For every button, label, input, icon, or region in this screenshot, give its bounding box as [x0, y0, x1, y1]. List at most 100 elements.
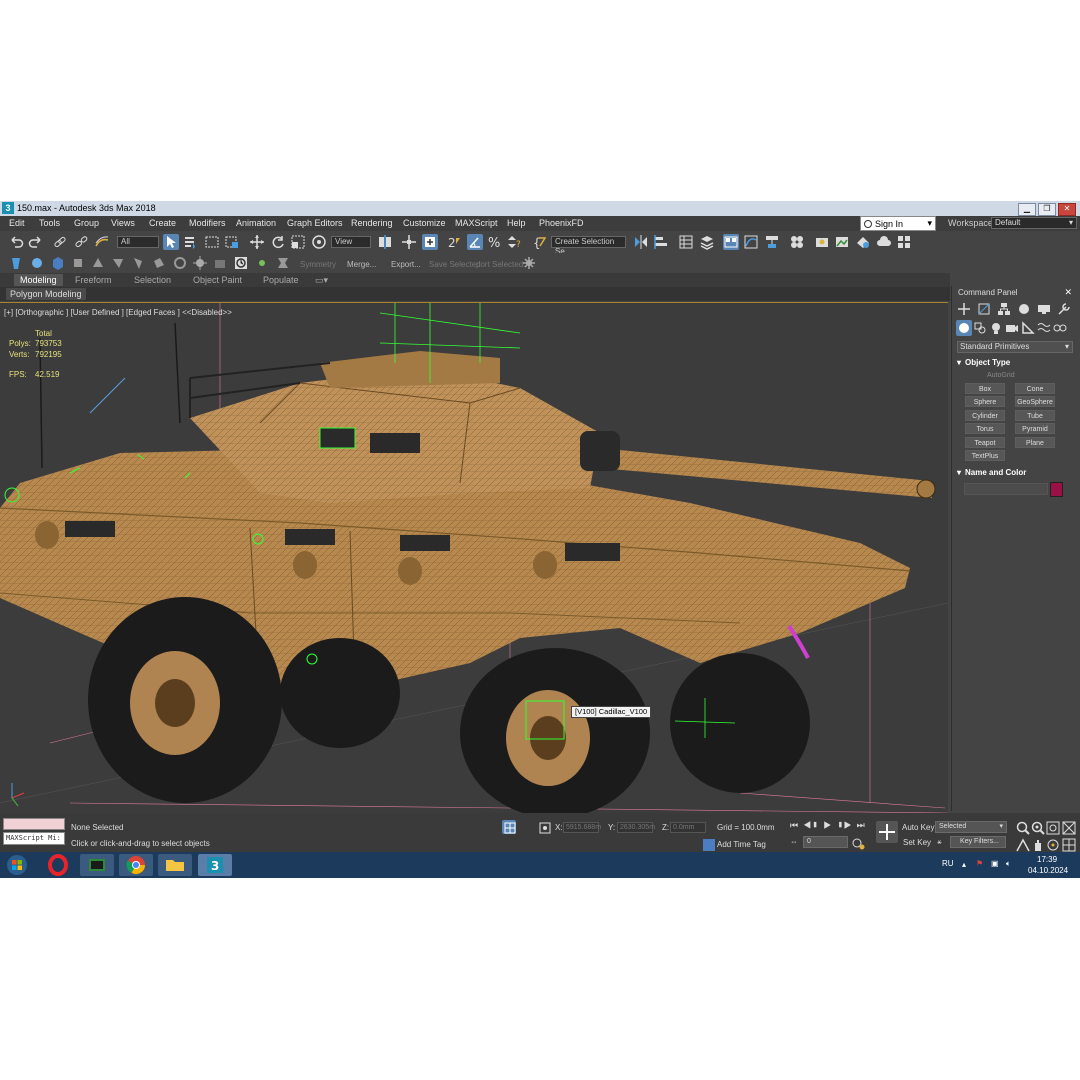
x-coordinate-field[interactable]: 5915.688m [563, 822, 601, 833]
window-crossing-icon[interactable] [224, 234, 240, 250]
set-key-button[interactable]: Set Key [903, 838, 931, 847]
show-hidden-icons-icon[interactable]: ▴ [962, 860, 966, 869]
maxscript-output[interactable] [3, 818, 65, 830]
select-object-icon[interactable] [163, 234, 179, 250]
shapes-icon[interactable] [972, 320, 988, 336]
goto-end-icon[interactable]: ⏭ [857, 820, 865, 830]
y-coordinate-field[interactable]: 2630.305m [617, 822, 655, 833]
next-frame-icon[interactable]: ▮▶ [836, 820, 851, 830]
key-filters-button[interactable]: Key Filters... [950, 836, 1006, 848]
play-icon[interactable]: ▶ [823, 820, 831, 830]
percent-snap-icon[interactable]: % [487, 234, 503, 251]
box-button[interactable]: Box [965, 383, 1005, 394]
opera-icon[interactable] [41, 854, 75, 876]
reference-coordinate-dropdown[interactable]: View [331, 236, 371, 248]
object-tool-icon-7[interactable] [192, 255, 208, 271]
angle-snap-icon[interactable] [467, 234, 483, 250]
clock-tool-icon[interactable] [233, 255, 249, 271]
menu-help[interactable]: Help [507, 218, 526, 228]
redo-icon[interactable] [28, 234, 44, 250]
key-mode-toggle-icon[interactable]: ⇔ [790, 837, 798, 846]
clock-date[interactable]: 04.10.2024 [1028, 866, 1068, 875]
menu-customize[interactable]: Customize [403, 218, 446, 228]
keyboard-shortcut-override-icon[interactable] [422, 234, 438, 250]
zoom-extents-all-icon[interactable] [1061, 820, 1076, 835]
symmetry-label[interactable]: Symmetry [300, 260, 336, 269]
file-explorer-icon[interactable] [158, 854, 192, 876]
gpu-monitor-icon[interactable] [80, 854, 114, 876]
menu-modifiers[interactable]: Modifiers [189, 218, 226, 228]
hierarchy-tab-icon[interactable] [996, 301, 1012, 317]
toggle-layer-explorer-icon[interactable] [699, 234, 715, 250]
polygon-modeling-button[interactable]: Polygon Modeling [6, 288, 86, 300]
pan-view-icon[interactable] [1030, 837, 1043, 851]
a360-gallery-icon[interactable] [896, 234, 912, 250]
field-of-view-icon[interactable] [1015, 837, 1030, 852]
zoom-icon[interactable] [1015, 820, 1030, 835]
plane-button[interactable]: Plane [1015, 437, 1055, 448]
textplus-button[interactable]: TextPlus [965, 450, 1005, 461]
toggle-scene-explorer-icon[interactable] [678, 234, 694, 250]
render-production-icon[interactable] [855, 234, 871, 250]
move-icon[interactable] [249, 234, 265, 250]
primitive-category-dropdown[interactable]: Standard Primitives ▾ [957, 341, 1073, 353]
tab-modeling[interactable]: Modeling [14, 274, 63, 286]
menu-maxscript[interactable]: MAXScript [455, 218, 498, 228]
placement-icon[interactable] [311, 234, 327, 250]
object-tool-icon-6[interactable] [172, 255, 188, 271]
modify-tab-icon[interactable] [976, 301, 992, 317]
auto-key-button[interactable]: Auto Key [902, 823, 934, 832]
autogrid-checkbox[interactable]: AutoGrid [987, 372, 1015, 379]
tube-button[interactable]: Tube [1015, 410, 1055, 421]
clock-time[interactable]: 17:39 [1037, 855, 1057, 864]
set-key-icon[interactable] [876, 821, 898, 843]
menu-tools[interactable]: Tools [39, 218, 60, 228]
menu-graph-editors[interactable]: Graph Editors [287, 218, 343, 228]
current-frame-field[interactable]: 0 [803, 836, 848, 848]
object-tool-icon-2[interactable] [90, 255, 106, 271]
object-tool-icon-8[interactable] [212, 255, 228, 271]
windows-start-icon[interactable] [3, 854, 31, 876]
zoom-all-icon[interactable] [1030, 820, 1045, 835]
maxscript-listener[interactable]: MAXScript Mi: [3, 818, 65, 848]
select-manipulate-icon[interactable] [401, 234, 417, 250]
network-flag-icon[interactable]: ⚑ [976, 859, 983, 868]
cylinder-tool-icon[interactable] [8, 255, 24, 271]
lights-icon[interactable] [988, 320, 1004, 336]
motion-tab-icon[interactable] [1016, 301, 1032, 317]
systems-icon[interactable] [1052, 320, 1068, 336]
object-name-field[interactable] [964, 483, 1048, 495]
display-tab-icon[interactable] [1036, 301, 1052, 317]
tools-gear-icon[interactable] [521, 255, 537, 271]
render-setup-icon[interactable] [814, 234, 830, 250]
z-coordinate-field[interactable]: 0.0mm [670, 822, 706, 833]
menu-phoenixfd[interactable]: PhoenixFD [539, 218, 584, 228]
utilities-tab-icon[interactable] [1056, 301, 1072, 317]
link-icon[interactable] [52, 234, 68, 250]
workspace-select[interactable]: Default ▾ [991, 217, 1077, 229]
name-and-color-rollout[interactable]: ▾ Name and Color [957, 468, 1073, 477]
object-tool-icon-1[interactable] [70, 255, 86, 271]
volume-icon[interactable]: 🔈︎ [1006, 859, 1011, 869]
ribbon-options-icon[interactable]: ▭▾ [315, 275, 328, 286]
menu-create[interactable]: Create [149, 218, 176, 228]
selection-filter-dropdown[interactable]: All [117, 236, 159, 248]
close-icon[interactable]: ✕ [1058, 203, 1076, 216]
menu-animation[interactable]: Animation [236, 218, 276, 228]
maximize-icon[interactable]: ❐ [1038, 203, 1056, 216]
snaps-toggle-icon[interactable]: 2 [446, 234, 462, 250]
render-cloud-icon[interactable] [876, 234, 892, 250]
edit-named-selection-icon[interactable]: { [531, 234, 547, 250]
menu-views[interactable]: Views [111, 218, 135, 228]
sign-in-button[interactable]: Sign In ▾ [860, 216, 936, 231]
maxscript-input[interactable]: MAXScript Mi: [3, 832, 65, 845]
rectangular-selection-icon[interactable] [204, 234, 220, 250]
scale-icon[interactable] [290, 234, 306, 250]
spinner-snap-icon[interactable]: ? [507, 234, 523, 250]
zoom-extents-icon[interactable] [1045, 820, 1060, 835]
orbit-icon[interactable] [1045, 837, 1059, 851]
rendered-frame-window-icon[interactable] [834, 234, 850, 250]
space-warps-icon[interactable] [1036, 320, 1052, 336]
mirror-icon[interactable] [633, 234, 649, 250]
isolate-selection-icon[interactable] [502, 820, 516, 834]
